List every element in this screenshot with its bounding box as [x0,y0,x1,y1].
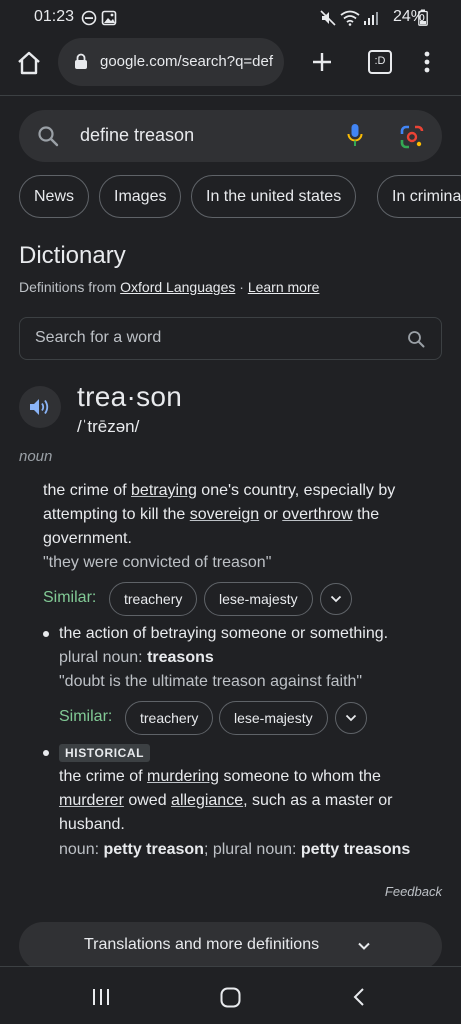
historical-badge: HISTORICAL [59,744,151,762]
definition-text: the crime of [59,768,148,785]
chip-news[interactable]: News [19,175,90,218]
oxford-languages-link[interactable]: Oxford Languages [120,279,235,295]
feedback-link[interactable]: Feedback [385,884,442,899]
speaker-icon [30,399,49,415]
status-time: 01:23 [34,8,75,25]
chip-images[interactable]: Images [99,175,182,218]
similar-chip-lese-majesty[interactable]: lese-majesty [204,582,313,616]
bullet-2 [43,631,49,637]
recents-icon[interactable] [91,988,111,1006]
translations-more-label: Translations and more definitions [84,936,320,953]
word-search-input[interactable]: Search for a word [19,317,442,360]
menu-icon[interactable] [422,50,432,74]
linked-word[interactable]: betraying [131,482,197,499]
chevron-down-icon [330,595,342,603]
new-tab-icon[interactable] [310,50,334,74]
home-nav-icon[interactable] [220,987,241,1008]
url-text: google.com/search?q=def [100,53,274,70]
bullet-3 [43,750,49,756]
browser-toolbar: google.com/search?q=def :D [0,36,461,96]
chip-in-criminal[interactable]: In criminal [377,175,461,218]
url-bar[interactable]: google.com/search?q=def [58,38,284,86]
example-1: "they were convicted of treason" [43,554,272,571]
similar-label-1: Similar: [43,589,97,606]
dictionary-source: Definitions from Oxford Languages · Lear… [19,279,319,295]
battery-icon [418,9,428,26]
definition-1: the crime of betraying one's country, es… [43,479,443,551]
linked-word[interactable]: allegiance [171,792,243,809]
chevron-down-icon [358,942,370,950]
search-icon [38,126,59,147]
definition-text: someone to whom the [219,768,381,785]
noun-value: petty treason [103,841,204,858]
home-icon[interactable] [16,50,42,76]
headword: trea·son [77,381,183,412]
source-separator: · [235,279,248,295]
translations-more-button[interactable]: Translations and more definitions [19,922,442,970]
filter-chips: News Images In the united states In crim… [19,175,461,219]
plural-label: plural noun: [212,841,301,858]
plural-label: plural noun: [59,649,148,666]
expand-similar-button-1[interactable] [320,583,352,615]
back-icon[interactable] [352,987,366,1007]
example-2: "doubt is the ultimate treason against f… [59,673,363,690]
mute-icon [320,10,336,26]
noun-label: noun: [59,841,104,858]
linked-word[interactable]: overthrow [282,506,352,523]
tabs-button[interactable]: :D [368,50,392,74]
pronunciation: /ˈtrēzən/ [77,417,140,436]
definition-3: the crime of murdering someone to whom t… [59,765,439,837]
definition-text: or [259,506,283,523]
lens-icon[interactable] [400,125,424,149]
plural-2: plural noun: treasons [59,646,214,670]
word-search-placeholder: Search for a word [35,329,162,346]
part-of-speech: noun [19,448,53,465]
learn-more-link[interactable]: Learn more [248,279,320,295]
chevron-down-icon [345,714,357,722]
similar-chip-treachery[interactable]: treachery [125,701,214,735]
wifi-icon [340,10,360,26]
status-bar: 01:23 24% [0,0,461,36]
expand-similar-button-2[interactable] [335,702,367,734]
definition-2: the action of betraying someone or somet… [59,625,389,642]
tab-count: :D [374,55,386,67]
plural-value: treasons [147,649,214,666]
mic-icon[interactable] [347,123,363,149]
lock-icon [75,53,87,69]
dictionary-title: Dictionary [19,242,126,269]
chip-in-the-united-states[interactable]: In the united states [191,175,357,218]
definition-text: the crime of [43,482,132,499]
signal-icon [364,12,378,25]
system-nav-bar [0,966,461,1024]
source-prefix: Definitions from [19,279,121,295]
forms-separator: ; [203,841,213,858]
linked-word[interactable]: sovereign [190,506,259,523]
gallery-icon [101,10,117,26]
similar-label-2: Similar: [59,708,113,725]
search-icon[interactable] [407,330,425,348]
definition-text: owed [123,792,172,809]
pronunciation-button[interactable] [19,386,61,428]
plural-value: petty treasons [300,841,411,858]
dnd-icon [81,10,97,26]
similar-chip-treachery[interactable]: treachery [109,582,198,616]
linked-word[interactable]: murdering [147,768,219,785]
similar-chip-lese-majesty[interactable]: lese-majesty [219,701,328,735]
forms-3: noun: petty treason; plural noun: petty … [59,838,410,862]
search-query[interactable]: define treason [80,125,194,146]
linked-word[interactable]: murderer [59,792,124,809]
search-box[interactable]: define treason [19,110,442,162]
